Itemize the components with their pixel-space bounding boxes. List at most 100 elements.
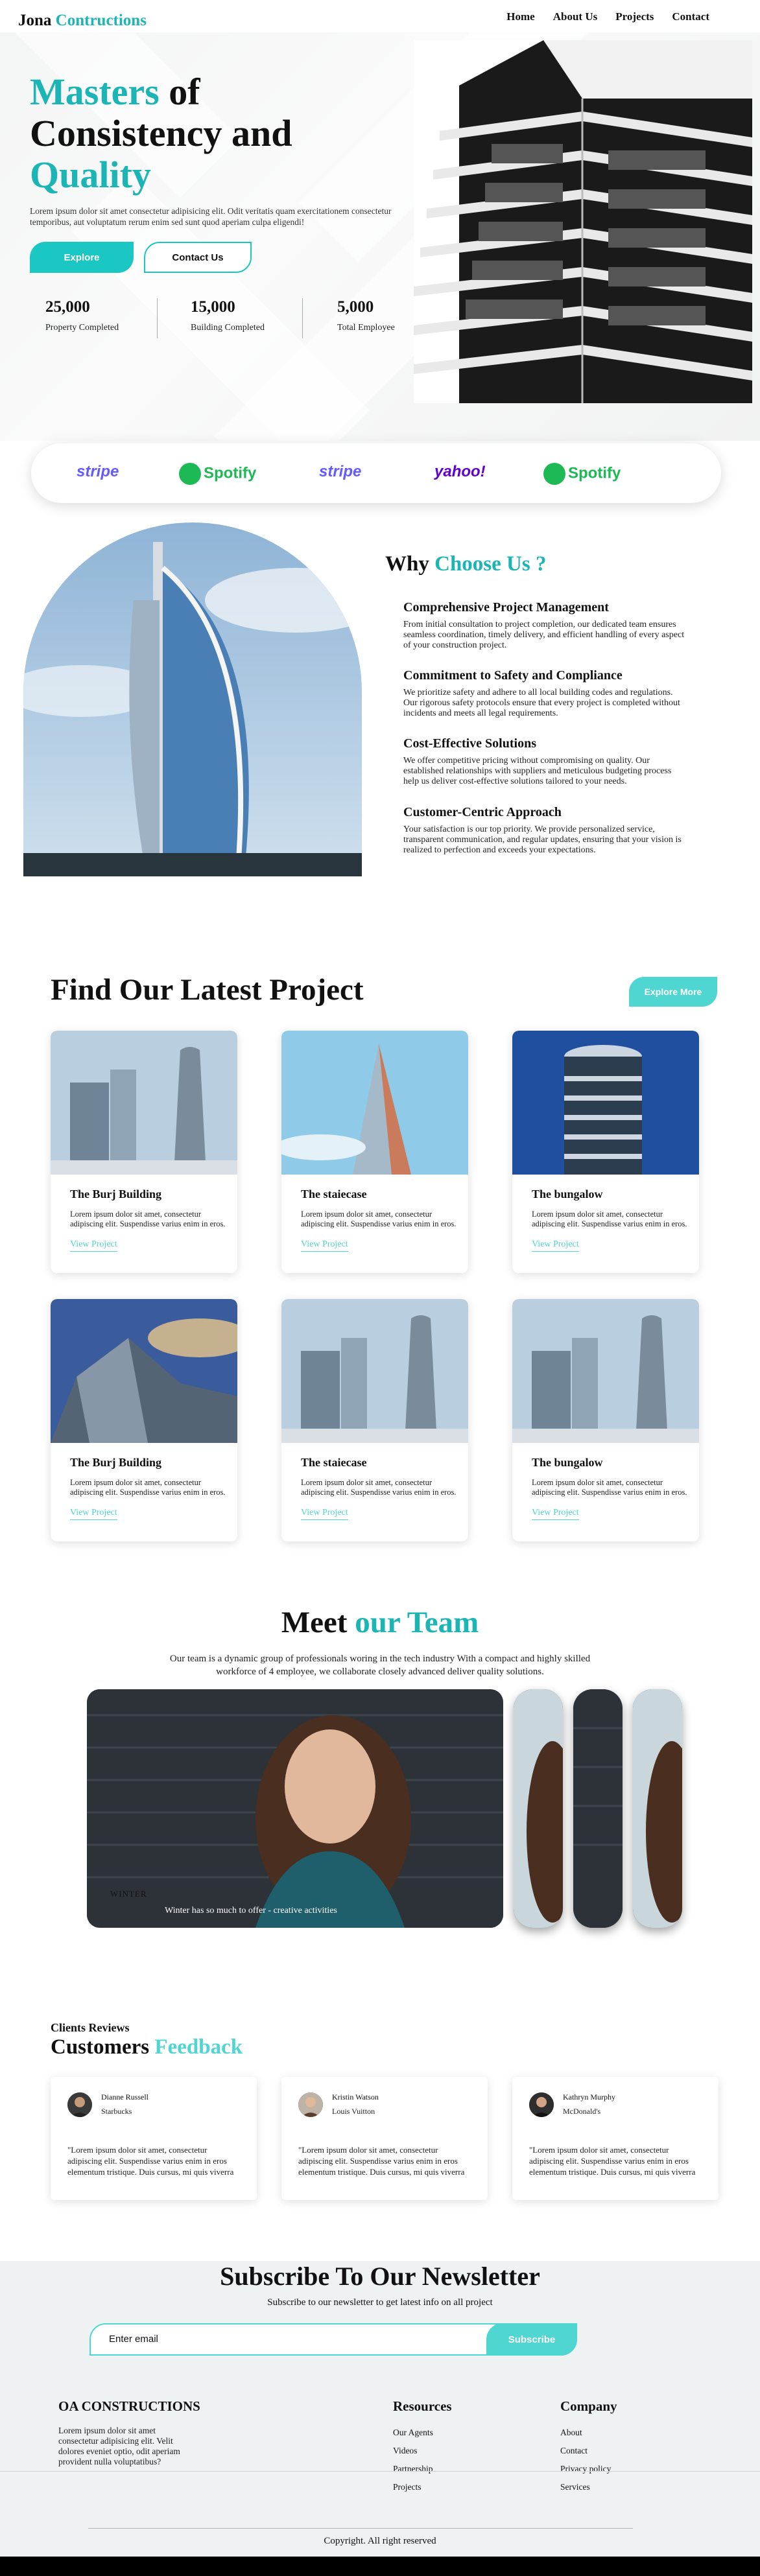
nav-link-home[interactable]: Home [506,10,534,23]
team-member-caption: Winter has so much to offer - creative a… [165,1906,337,1915]
why-item-title: Cost-Effective Solutions [403,736,536,751]
avatar [529,2092,554,2117]
project-text: Lorem ipsum dolor sit amet, consectetur … [70,1478,226,1497]
stat-divider [157,298,158,338]
review-card: Kristin Watson Louis Vuitton "Lorem ipsu… [281,2077,488,2200]
footer-description: Lorem ipsum dolor sit amet consectetur a… [58,2426,180,2466]
footer-company: Company About Contact Privacy policy Ser… [560,2398,617,2500]
nav-link-contact[interactable]: Contact [672,10,709,23]
why-item-title: Customer-Centric Approach [403,805,562,819]
stat-value: 15,000 [191,298,235,316]
project-text: Lorem ipsum dolor sit amet, consectetur … [532,1210,687,1228]
reviews-title: Customers Feedback [51,2035,243,2059]
hero-title-word: Masters [30,71,160,113]
avatar [67,2092,92,2117]
view-project-link[interactable]: View Project [532,1508,579,1520]
review-text: "Lorem ipsum dolor sit amet, consectetur… [529,2145,696,2177]
why-item-text: We prioritize safety and adhere to all l… [403,688,680,718]
project-card[interactable]: The staiecase Lorem ipsum dolor sit amet… [281,1031,468,1273]
footer-company-title: Company [560,2398,617,2414]
project-title: The Burj Building [70,1456,162,1469]
subscribe-button[interactable]: Subscribe [486,2323,577,2356]
footer-link-videos[interactable]: Videos [393,2446,452,2456]
contact-us-button[interactable]: Contact Us [144,242,252,273]
reviewer-company: Starbucks [101,2107,132,2116]
project-image-twin-towers [281,1299,468,1443]
view-project-link[interactable]: View Project [70,1239,117,1252]
spotify-logo: Spotify [179,463,256,485]
team-member-card-active[interactable]: WINTER Winter has so much to offer - cre… [87,1689,503,1928]
footer-link-privacy[interactable]: Privacy policy [560,2464,617,2474]
footer-link-projects[interactable]: Projects [393,2482,452,2492]
reviewer-name: Dianne Russell [101,2092,148,2102]
why-item-text: From initial consultation to project com… [403,620,685,650]
nav-link-about[interactable]: About Us [553,10,598,23]
projects-title: Find Our Latest Project [51,973,364,1007]
project-image-twin-towers [512,1299,699,1443]
reviewer-company: Louis Vuitton [332,2107,375,2116]
project-image-twin-towers [51,1031,237,1175]
why-item-title: Comprehensive Project Management [403,600,609,615]
footer-divider [88,2528,633,2529]
brand-logos-bar: stripe Spotify stripe yahoo! Spotify [31,443,721,503]
explore-button[interactable]: Explore [30,242,134,273]
stat-label: Building Completed [191,323,265,333]
view-project-link[interactable]: View Project [532,1239,579,1252]
reviews-subtitle: Clients Reviews [51,2021,130,2034]
review-text: "Lorem ipsum dolor sit amet, consectetur… [67,2145,234,2177]
team-member-name: WINTER [110,1889,147,1899]
team-description: Our team is a dynamic group of professio… [169,1654,591,1677]
project-text: Lorem ipsum dolor sit amet, consectetur … [301,1210,457,1228]
nav-link-projects[interactable]: Projects [615,10,654,23]
team-member-card[interactable] [573,1689,623,1928]
reviewer-company: McDonald's [563,2107,601,2116]
stripe-logo: stripe [319,463,362,480]
project-text: Lorem ipsum dolor sit amet, consectetur … [301,1478,457,1497]
review-text: "Lorem ipsum dolor sit amet, consectetur… [298,2145,465,2177]
project-text: Lorem ipsum dolor sit amet, consectetur … [70,1210,226,1228]
team-member-card[interactable] [633,1689,682,1928]
footer-link-services[interactable]: Services [560,2482,617,2492]
explore-more-button[interactable]: Explore More [629,977,717,1007]
hero-section: Masters of Consistency and Quality Lorem… [0,32,760,441]
logo-word-1: Jona [18,12,52,29]
stat-divider [302,298,303,338]
footer-link-agents[interactable]: Our Agents [393,2428,452,2438]
review-card: Kathryn Murphy McDonald's "Lorem ipsum d… [512,2077,718,2200]
team-title: Meet our Team [0,1605,760,1640]
footer-link-about[interactable]: About [560,2428,617,2438]
hero-title-line: Consistency and [30,112,292,154]
hero-description: Lorem ipsum dolor sit amet consectetur a… [30,206,392,227]
project-card[interactable]: The Burj Building Lorem ipsum dolor sit … [51,1299,237,1541]
project-card[interactable]: The bungalow Lorem ipsum dolor sit amet,… [512,1031,699,1273]
spotify-icon [543,463,565,485]
project-card[interactable]: The bungalow Lorem ipsum dolor sit amet,… [512,1299,699,1541]
email-input[interactable] [109,2334,446,2345]
site-logo[interactable]: Jona Contructions [18,12,147,30]
burj-al-arab-image [23,522,362,876]
team-member-card[interactable] [514,1689,563,1928]
why-choose-title: Why Choose Us ? [385,552,546,576]
footer-link-contact[interactable]: Contact [560,2446,617,2456]
newsletter-title: Subscribe To Our Newsletter [220,2262,540,2291]
spotify-logo-text: Spotify [568,464,621,482]
team-title-a: Meet [281,1606,355,1639]
reviewer-name: Kristin Watson [332,2092,379,2102]
project-image-angular-facade [51,1299,237,1443]
project-title: The Burj Building [70,1188,162,1200]
footer-divider [0,2471,760,2472]
nav-links: Home About Us Projects Contact [506,10,709,23]
footer-link-partnership[interactable]: Partnership [393,2464,452,2474]
hero-building-image [414,40,752,403]
view-project-link[interactable]: View Project [301,1239,348,1252]
stripe-logo: stripe [77,463,119,480]
stat-property: 25,000 Property Completed [45,298,169,333]
reviews-title-a: Customers [51,2035,155,2059]
view-project-link[interactable]: View Project [70,1508,117,1520]
project-card[interactable]: The staiecase Lorem ipsum dolor sit amet… [281,1299,468,1541]
project-image-round-tower [512,1031,699,1175]
view-project-link[interactable]: View Project [301,1508,348,1520]
project-title: The staiecase [301,1456,367,1469]
project-card[interactable]: The Burj Building Lorem ipsum dolor sit … [51,1031,237,1273]
project-title: The bungalow [532,1456,603,1469]
